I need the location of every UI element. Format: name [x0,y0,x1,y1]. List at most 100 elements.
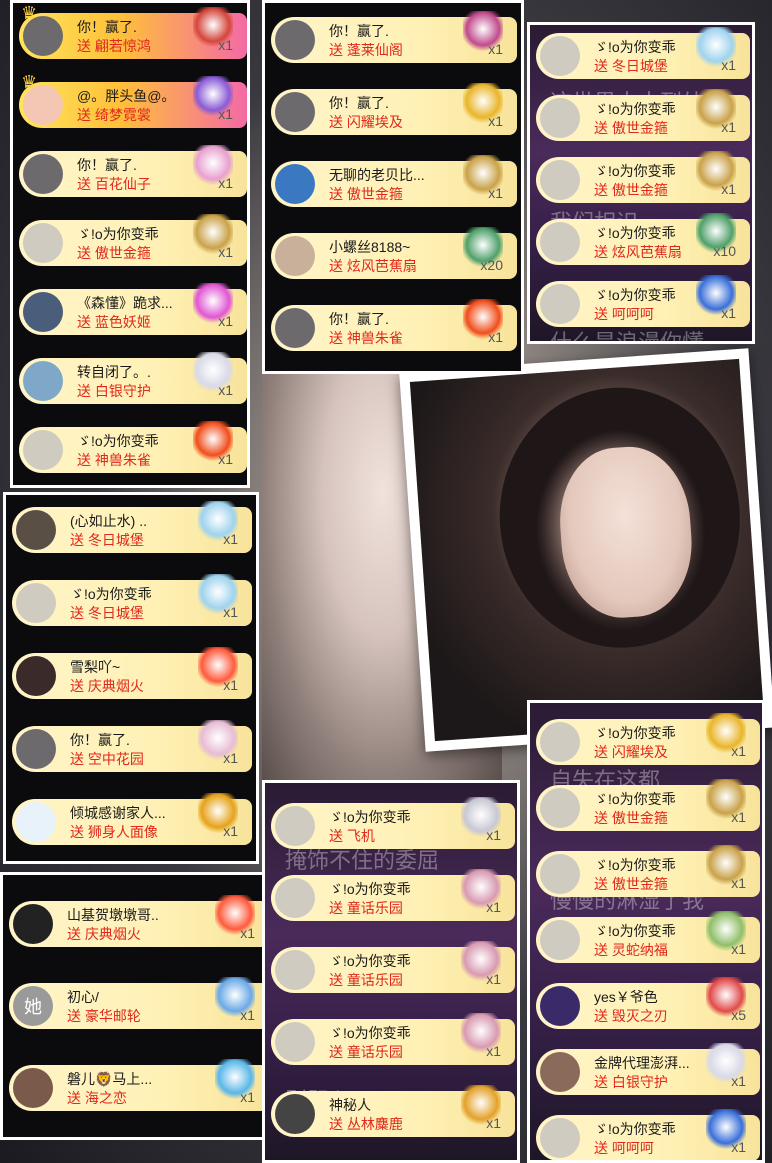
gift-message-row[interactable]: ゞ!o为你变乖送 傲世金箍 x1 [19,214,247,266]
avatar[interactable] [540,98,580,138]
sender-name[interactable]: ゞ!o为你变乖 [594,855,676,875]
gift-message-row[interactable]: ゞ!o为你变乖送 灵蛇纳福 x1 [536,911,760,963]
sender-name[interactable]: ゞ!o为你变乖 [594,37,676,57]
avatar[interactable] [540,854,580,894]
avatar[interactable] [16,656,56,696]
sender-name[interactable]: ゞ!o为你变乖 [594,99,676,119]
gift-message-row[interactable]: 磐儿🦁马上... 送 海之恋 x1 [9,1059,269,1111]
sender-name[interactable]: 磐儿🦁马上... [67,1069,152,1089]
avatar[interactable] [13,1068,53,1108]
sender-name[interactable]: 山基贺墩墩哥.. [67,905,159,925]
avatar[interactable] [23,154,63,194]
gift-message-row[interactable]: 你！赢了. 送 蓬莱仙阁 x1 [271,11,517,63]
sender-name[interactable]: 你！赢了. [329,309,389,329]
sender-name[interactable]: ゞ!o为你变乖 [594,723,676,743]
gift-message-row[interactable]: 小螺丝8188~ 送 炫风芭蕉扇 x20 [271,227,517,279]
gift-message-row[interactable]: ゞ!o为你变乖送 傲世金箍 x1 [536,89,750,141]
gift-message-row[interactable]: yes￥爷色送 毁灭之刃 x5 [536,977,760,1029]
avatar[interactable] [23,361,63,401]
avatar[interactable] [275,1022,315,1062]
sender-name[interactable]: ゞ!o为你变乖 [329,879,411,899]
gift-message-row[interactable]: 雪梨吖~ 送 庆典烟火 x1 [12,647,252,699]
sender-name[interactable]: 你！赢了. [329,93,389,113]
sender-name[interactable]: ゞ!o为你变乖 [594,1119,676,1139]
sender-name[interactable]: ゞ!o为你变乖 [70,584,152,604]
avatar[interactable] [540,788,580,828]
sender-name[interactable]: ゞ!o为你变乖 [594,285,676,305]
gift-message-row[interactable]: ゞ!o为你变乖送 呵呵呵 x1 [536,275,750,327]
gift-message-row[interactable]: ゞ!o为你变乖送 飞机 x1 [271,797,515,849]
sender-name[interactable]: 你！赢了. [329,21,389,41]
avatar[interactable] [275,950,315,990]
avatar[interactable] [275,878,315,918]
sender-name[interactable]: 你！赢了. [77,17,137,37]
gift-message-row[interactable]: ゞ!o为你变乖送 傲世金箍 x1 [536,151,750,203]
sender-name[interactable]: ゞ!o为你变乖 [594,921,676,941]
gift-message-row[interactable]: ♛ 你！赢了. 送 翩若惊鸿 x1 [19,3,247,59]
avatar[interactable] [23,223,63,263]
avatar[interactable] [540,1118,580,1158]
sender-name[interactable]: 神秘人 [329,1095,371,1115]
gift-message-row[interactable]: ゞ!o为你变乖送 炫风芭蕉扇 x10 [536,213,750,265]
sender-name[interactable]: ゞ!o为你变乖 [77,431,159,451]
gift-message-row[interactable]: ゞ!o为你变乖送 童话乐园 x1 [271,869,515,921]
avatar[interactable] [540,222,580,262]
avatar[interactable] [275,1094,315,1134]
sender-name[interactable]: @。胖头鱼@。 [77,86,175,106]
gift-message-row[interactable]: ♛ @。胖头鱼@。送 绮梦霓裳 x1 [19,72,247,128]
sender-name[interactable]: ゞ!o为你变乖 [594,789,676,809]
gift-message-row[interactable]: 你！赢了. 送 百花仙子 x1 [19,145,247,197]
avatar[interactable] [275,308,315,348]
gift-message-row[interactable]: 转自闭了。. 送 白银守护 x1 [19,352,247,404]
gift-message-row[interactable]: (心如止水) .. 送 冬日城堡 x1 [12,501,252,553]
gift-message-row[interactable]: 《森懂》跪求... 送 蓝色妖姬 x1 [19,283,247,335]
sender-name[interactable]: (心如止水) .. [70,511,147,531]
avatar[interactable] [275,92,315,132]
gift-message-row[interactable]: 你！赢了. 送 闪耀埃及 x1 [271,83,517,135]
gift-message-row[interactable]: 山基贺墩墩哥.. 送 庆典烟火 x1 [9,895,269,947]
sender-name[interactable]: 你！赢了. [77,155,137,175]
gift-message-row[interactable]: ゞ!o为你变乖送 神兽朱雀 x1 [19,421,247,473]
sender-name[interactable]: 雪梨吖~ [70,657,120,677]
avatar[interactable] [540,986,580,1026]
avatar[interactable] [275,236,315,276]
avatar[interactable] [540,36,580,76]
avatar[interactable] [540,722,580,762]
avatar[interactable] [540,920,580,960]
gift-message-row[interactable]: ゞ!o为你变乖送 呵呵呵 x1 [536,1109,760,1160]
gift-message-row[interactable]: 倾城感谢家人... 送 狮身人面像 x1 [12,793,252,845]
gift-message-row[interactable]: 神秘人送 丛林麋鹿 x1 [271,1085,515,1137]
gift-message-row[interactable]: 她初心/送 豪华邮轮 x1 [9,977,269,1029]
gift-message-row[interactable]: 金牌代理澎湃... 送 白银守护 x1 [536,1043,760,1095]
avatar[interactable] [23,292,63,332]
avatar[interactable] [16,583,56,623]
sender-name[interactable]: 无聊的老贝比... [329,165,425,185]
sender-name[interactable]: 初心/ [67,987,99,1007]
avatar[interactable]: 她 [13,986,53,1026]
avatar[interactable] [13,904,53,944]
sender-name[interactable]: 金牌代理澎湃... [594,1053,690,1073]
gift-message-row[interactable]: ゞ!o为你变乖送 冬日城堡 x1 [536,27,750,79]
sender-name[interactable]: 转自闭了。. [77,362,151,382]
sender-name[interactable]: 倾城感谢家人... [70,803,166,823]
gift-message-row[interactable]: ゞ!o为你变乖送 闪耀埃及 x1 [536,713,760,765]
gift-message-row[interactable]: ゞ!o为你变乖送 傲世金箍 x1 [536,845,760,897]
avatar[interactable] [16,729,56,769]
gift-message-row[interactable]: 你！赢了. 送 空中花园 x1 [12,720,252,772]
sender-name[interactable]: ゞ!o为你变乖 [594,161,676,181]
avatar[interactable] [275,164,315,204]
avatar[interactable] [16,510,56,550]
gift-message-row[interactable]: 你！赢了. 送 神兽朱雀 x1 [271,299,517,351]
sender-name[interactable]: ゞ!o为你变乖 [329,807,411,827]
sender-name[interactable]: yes￥爷色 [594,987,658,1007]
avatar[interactable] [540,1052,580,1092]
gift-message-row[interactable]: ゞ!o为你变乖送 童话乐园 x1 [271,941,515,993]
sender-name[interactable]: 《森懂》跪求... [77,293,173,313]
sender-name[interactable]: ゞ!o为你变乖 [77,224,159,244]
avatar[interactable] [540,160,580,200]
sender-name[interactable]: ゞ!o为你变乖 [594,223,676,243]
avatar[interactable] [275,20,315,60]
gift-message-row[interactable]: ゞ!o为你变乖送 童话乐园 x1 [271,1013,515,1065]
gift-message-row[interactable]: ゞ!o为你变乖送 傲世金箍 x1 [536,779,760,831]
avatar[interactable] [275,806,315,846]
